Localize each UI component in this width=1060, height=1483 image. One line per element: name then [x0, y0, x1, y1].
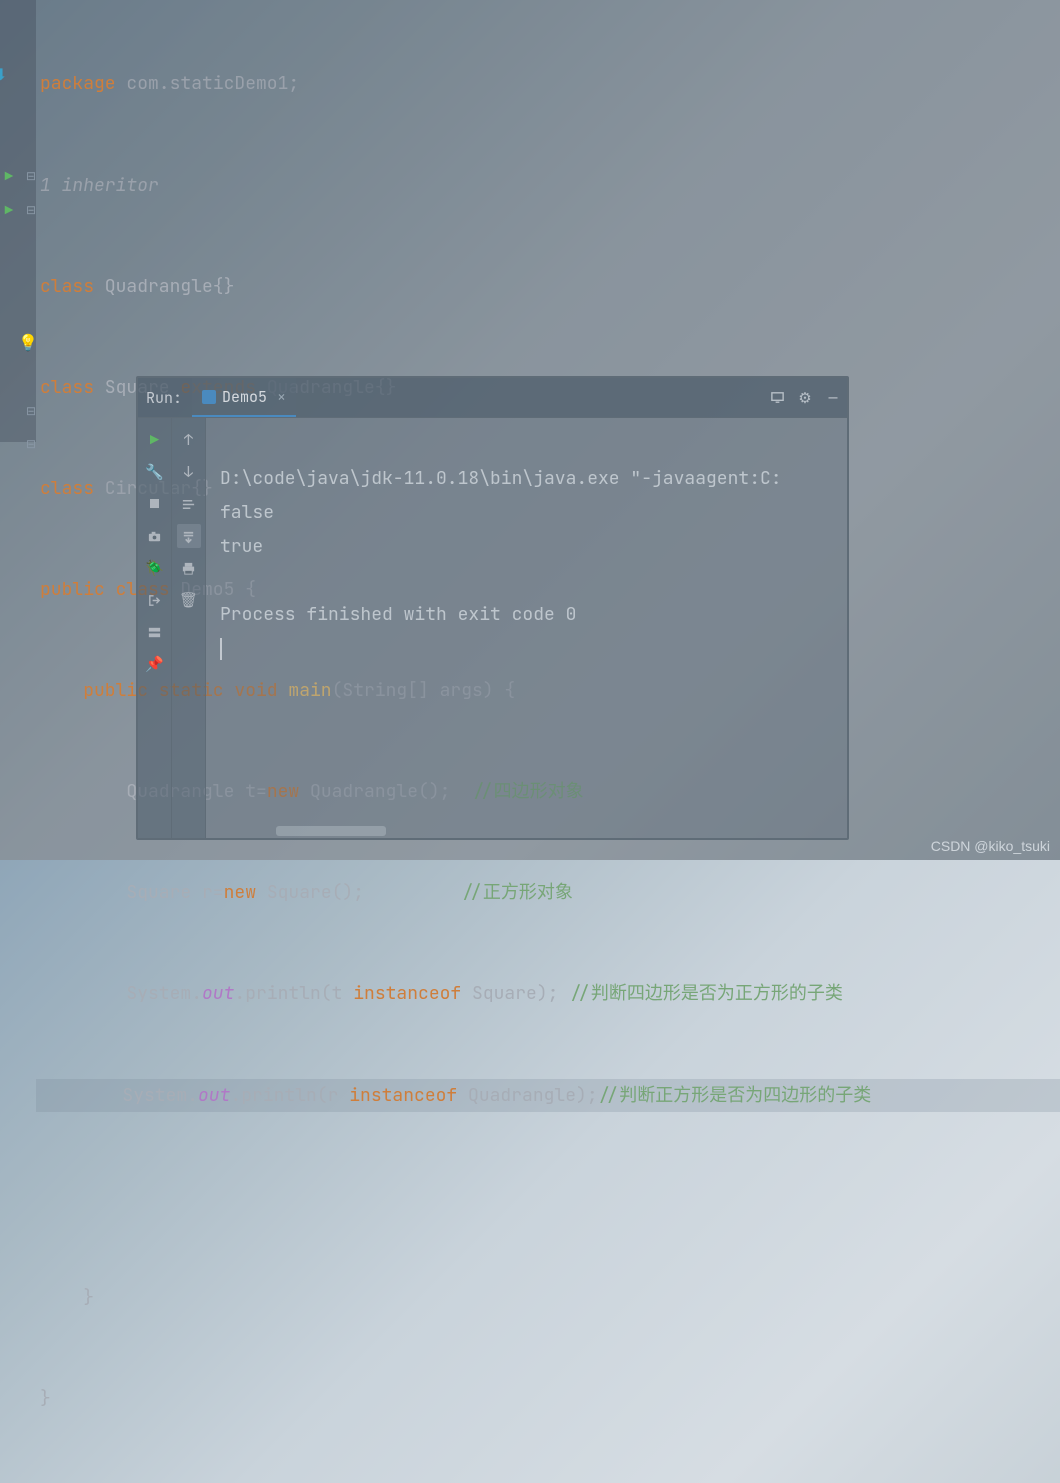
code-token: Square(); — [256, 881, 461, 904]
code-token: Quadrangle); — [457, 1084, 597, 1107]
scroll-to-end-icon[interactable] — [177, 524, 201, 548]
download-icon: ⬇ — [0, 64, 7, 85]
code-token: Quadrangle{} — [94, 275, 234, 298]
camera-icon[interactable] — [143, 524, 167, 548]
close-icon[interactable]: × — [273, 387, 286, 407]
code-token: out — [198, 1084, 230, 1107]
stop-icon[interactable]: ■ — [143, 492, 167, 516]
code-token: package — [40, 72, 116, 95]
code-token: .println(r — [230, 1084, 349, 1107]
run-gutter-icon[interactable]: ▶ — [2, 202, 16, 216]
code-token: instanceof — [349, 1084, 457, 1107]
console-caret — [220, 638, 222, 660]
pin-icon[interactable]: 📌 — [143, 652, 167, 676]
trash-icon[interactable]: 🗑 — [177, 588, 201, 612]
console-line: D:\code\java\jdk-11.0.18\bin\java.exe "-… — [220, 467, 782, 490]
fold-icon[interactable]: ⊟ — [25, 403, 37, 419]
bug-icon[interactable]: 🪲 — [143, 556, 167, 580]
fold-icon[interactable]: ⊟ — [25, 202, 37, 218]
exit-icon[interactable] — [143, 588, 167, 612]
code-token: com.staticDemo1; — [116, 72, 300, 95]
wrap-icon[interactable] — [177, 492, 201, 516]
code-token: } — [40, 1387, 51, 1410]
console-output[interactable]: D:\code\java\jdk-11.0.18\bin\java.exe "-… — [206, 418, 847, 838]
watermark: CSDN @kiko_tsuki — [931, 838, 1050, 854]
run-toolbar-right: ↑ ↓ 🗑 — [172, 418, 206, 838]
code-comment: //判断四边形是否为正方形的子类 — [569, 982, 843, 1005]
run-tab[interactable]: Demo5 × — [192, 378, 296, 417]
code-token: System. — [40, 982, 202, 1005]
code-token: instanceof — [353, 982, 461, 1005]
code-token: new — [224, 881, 256, 904]
code-comment: //正方形对象 — [461, 881, 573, 904]
bulb-icon[interactable]: 💡 — [18, 332, 38, 353]
run-tab-label: Demo5 — [222, 387, 267, 407]
application-icon — [202, 390, 216, 404]
layout-icon[interactable] — [143, 620, 167, 644]
code-token: .println(t — [234, 982, 353, 1005]
wrench-icon[interactable]: 🔧 — [143, 460, 167, 484]
code-token: class — [40, 275, 94, 298]
code-token: out — [202, 982, 234, 1005]
run-gutter-icon[interactable]: ▶ — [2, 168, 16, 182]
code-token: Square); — [461, 982, 569, 1005]
inheritor-hint: 1 inheritor — [40, 174, 159, 197]
scrollbar-thumb[interactable] — [276, 826, 386, 836]
console-line: true — [220, 535, 263, 558]
fold-icon[interactable]: ⊟ — [25, 168, 37, 184]
code-comment: //判断正方形是否为四边形的子类 — [598, 1084, 872, 1107]
console-line: false — [220, 501, 274, 524]
code-token: } — [40, 1286, 94, 1309]
print-icon[interactable] — [177, 556, 201, 580]
code-token: System. — [36, 1084, 198, 1107]
run-header: Run: Demo5 × ⚙ — — [138, 378, 847, 418]
arrow-up-icon[interactable]: ↑ — [177, 428, 201, 452]
console-line: Process finished with exit code 0 — [220, 603, 576, 626]
editor-gutter: ⬇ ⊟ ▶ ⊟ ▶ 💡 ⊟ ⊟ — [0, 0, 36, 442]
minimize-icon[interactable]: — — [819, 384, 847, 412]
gear-icon[interactable]: ⚙ — [791, 384, 819, 412]
play-icon[interactable]: ▶ — [143, 428, 167, 452]
run-panel: Run: Demo5 × ⚙ — ▶ 🔧 ■ 🪲 📌 ↑ ↓ 🗑 — [136, 376, 849, 840]
code-token: class — [40, 376, 94, 399]
code-token: class — [40, 477, 94, 500]
monitor-icon[interactable] — [763, 384, 791, 412]
arrow-down-icon[interactable]: ↓ — [177, 460, 201, 484]
fold-icon[interactable]: ⊟ — [25, 436, 37, 452]
code-token: Square r= — [40, 881, 224, 904]
run-toolbar-left: ▶ 🔧 ■ 🪲 📌 — [138, 418, 172, 838]
run-title: Run: — [138, 388, 192, 408]
